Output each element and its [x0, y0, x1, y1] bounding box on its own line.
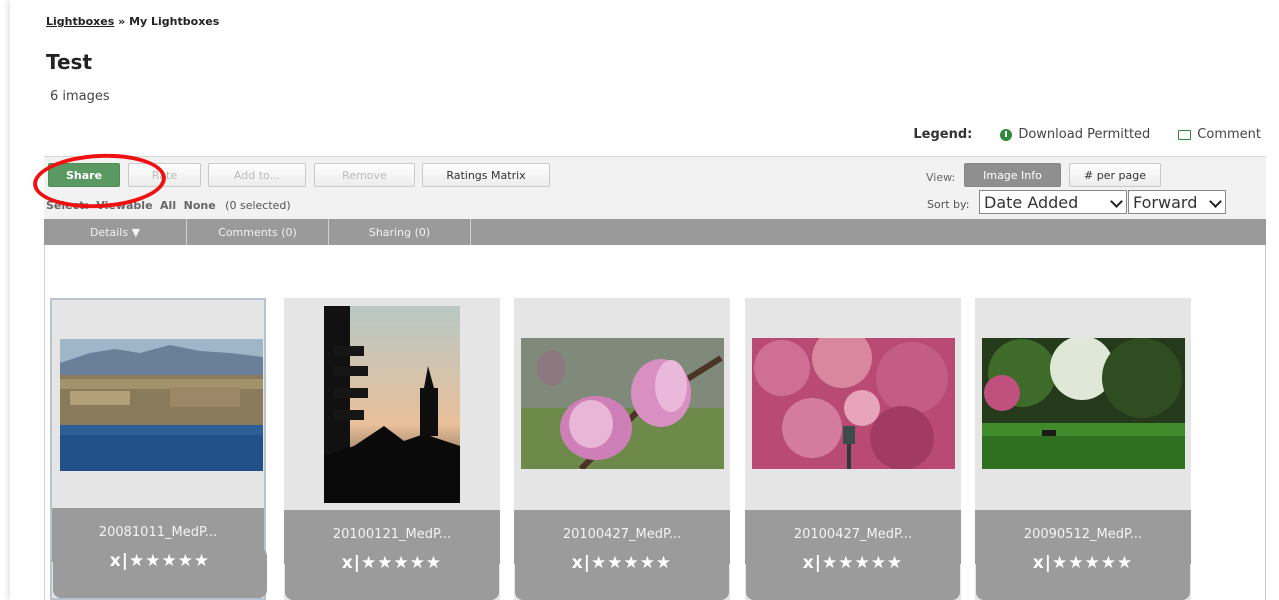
selected-count: (0 selected) — [225, 199, 291, 212]
tab-details[interactable]: Details ▼ — [44, 219, 187, 245]
image-thumbnail[interactable] — [752, 338, 955, 469]
image-card[interactable]: 20100121_MedP... x|★★★★★ — [284, 298, 500, 600]
share-button[interactable]: Share — [48, 163, 120, 187]
image-card[interactable]: 20081011_MedP... x|★★★★★ — [50, 298, 267, 600]
image-name: 20100121_MedP... — [332, 527, 452, 542]
page-title: Test — [46, 50, 93, 74]
chevron-down-icon — [1209, 195, 1222, 208]
select-none-link[interactable]: None — [184, 199, 216, 212]
tab-comments[interactable]: Comments (0) — [187, 219, 329, 245]
view-label: View: — [926, 171, 956, 184]
legend-label: Legend: — [913, 127, 973, 142]
sort-label: Sort by: — [927, 198, 970, 211]
legend-download-text: Download Permitted — [1018, 127, 1151, 142]
toolbar: Share Rate Add to... Remove Ratings Matr… — [44, 156, 1266, 219]
rating-stars[interactable]: x|★★★★★ — [515, 553, 729, 573]
select-row: Select: Viewable All None (0 selected) — [46, 199, 291, 212]
image-thumbnail[interactable] — [521, 338, 724, 469]
sort-direction-select[interactable]: Forward — [1128, 190, 1226, 214]
image-thumbnail[interactable] — [982, 338, 1185, 469]
remove-button[interactable]: Remove — [314, 163, 415, 187]
select-label: Select: — [46, 199, 89, 212]
image-card[interactable]: 20100427_MedP... x|★★★★★ — [514, 298, 730, 600]
image-thumbnail[interactable] — [324, 306, 460, 503]
add-to-button[interactable]: Add to... — [208, 163, 306, 187]
sort-by-value: Date Added — [984, 192, 1079, 212]
chevron-down-icon — [1110, 195, 1123, 208]
breadcrumb-separator: » — [118, 15, 126, 28]
rating-bar: x|★★★★★ — [53, 548, 267, 598]
image-card[interactable]: 20100427_MedP... x|★★★★★ — [745, 298, 961, 600]
image-count: 6 images — [50, 89, 110, 104]
image-name: 20090512_MedP... — [1023, 527, 1143, 542]
rating-stars[interactable]: x|★★★★★ — [976, 553, 1190, 573]
rating-bar: x|★★★★★ — [746, 550, 960, 600]
tab-bar: Details ▼ Comments (0) Sharing (0) — [44, 219, 1266, 245]
select-viewable-link[interactable]: Viewable — [96, 199, 152, 212]
tab-sharing[interactable]: Sharing (0) — [329, 219, 471, 245]
image-name: 20100427_MedP... — [562, 527, 682, 542]
per-page-button[interactable]: # per page — [1069, 163, 1161, 187]
select-all-link[interactable]: All — [160, 199, 176, 212]
breadcrumb-lightboxes-link[interactable]: Lightboxes — [46, 15, 114, 28]
sort-by-select[interactable]: Date Added — [979, 190, 1127, 214]
download-permitted-icon — [1000, 128, 1013, 141]
rate-button[interactable]: Rate — [128, 163, 201, 187]
rating-bar: x|★★★★★ — [515, 550, 729, 600]
legend-comment-text: Comment — [1197, 127, 1261, 142]
image-name: 20100427_MedP... — [793, 527, 913, 542]
breadcrumb: Lightboxes » My Lightboxes — [46, 15, 219, 28]
ratings-matrix-button[interactable]: Ratings Matrix — [422, 163, 550, 187]
image-name: 20081011_MedP... — [98, 525, 218, 540]
image-card[interactable]: 20090512_MedP... x|★★★★★ — [975, 298, 1191, 600]
rating-stars[interactable]: x|★★★★★ — [53, 551, 267, 571]
image-info-button[interactable]: Image Info — [964, 163, 1061, 187]
rating-bar: x|★★★★★ — [976, 550, 1190, 600]
breadcrumb-current: My Lightboxes — [129, 15, 220, 28]
rating-bar: x|★★★★★ — [285, 550, 499, 600]
image-thumbnail[interactable] — [60, 339, 263, 471]
rating-stars[interactable]: x|★★★★★ — [746, 553, 960, 573]
legend: Legend: Download Permitted Comment — [913, 127, 1261, 142]
sort-direction-value: Forward — [1133, 192, 1198, 212]
comment-icon — [1178, 129, 1192, 140]
rating-stars[interactable]: x|★★★★★ — [285, 553, 499, 573]
